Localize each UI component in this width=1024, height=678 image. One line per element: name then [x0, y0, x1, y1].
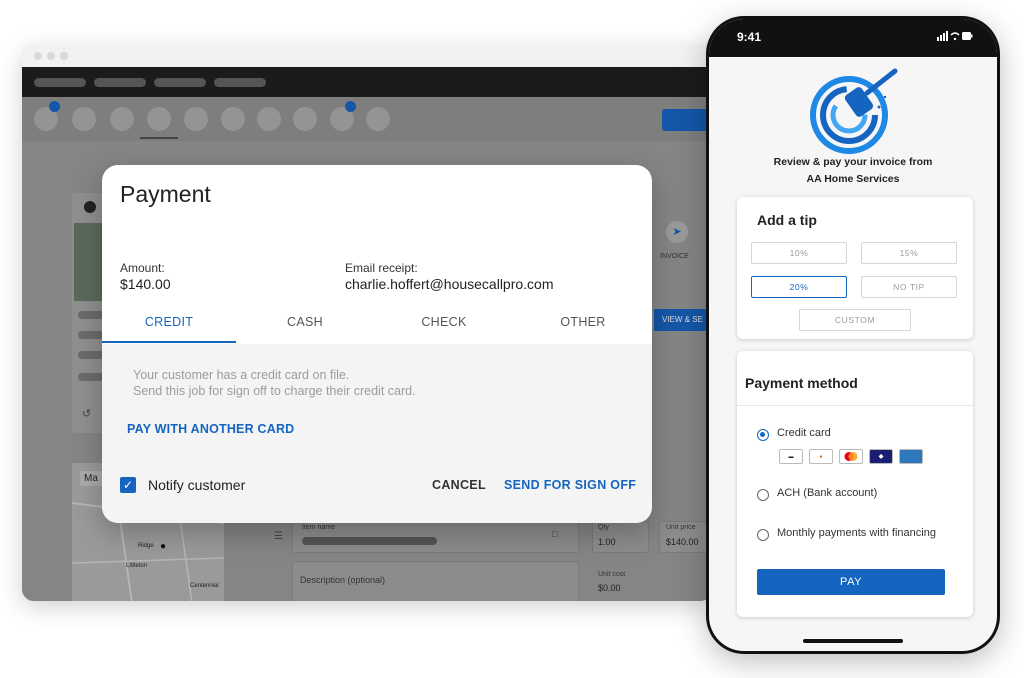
tip-15-button[interactable]: 15% [861, 242, 957, 264]
amount-value: $140.00 [120, 276, 171, 292]
window-titlebar [22, 45, 712, 67]
nav-item[interactable] [94, 78, 146, 87]
notification-dot [345, 101, 356, 112]
payment-type-tabs: CREDIT CASH CHECK OTHER [102, 308, 652, 344]
invoice-label: INVOICE [660, 253, 689, 260]
phone-screen: 9:41 Review & pay your invoice from AA H… [709, 19, 997, 651]
pay-with-another-card-button[interactable]: PAY WITH ANOTHER CARD [127, 422, 294, 436]
description-placeholder: Description (optional) [300, 575, 386, 585]
signal-wifi-battery-icon [937, 31, 973, 44]
phone-frame: 9:41 Review & pay your invoice from AA H… [706, 16, 1000, 654]
review-invoice-text: Review & pay your invoice from [773, 156, 933, 168]
avatar [84, 201, 96, 213]
discover-card-icon: ● [809, 449, 833, 464]
divider [737, 405, 973, 406]
placeholder-line [78, 373, 104, 381]
status-step-icon[interactable] [257, 107, 281, 131]
qty-value: 1.00 [598, 537, 616, 547]
notify-customer-label: Notify customer [148, 477, 246, 493]
email-receipt-value[interactable]: charlie.hoffert@housecallpro.com [345, 276, 554, 292]
item-name-value [302, 537, 437, 545]
amex-card-icon [899, 449, 923, 464]
toolbar-action-button[interactable] [662, 109, 712, 131]
active-tab-indicator [102, 341, 236, 343]
map-place-label: Ridge [138, 543, 154, 549]
window-maximize-dot[interactable] [60, 52, 68, 60]
unit-cost-label: Unit cost [598, 571, 626, 578]
pay-button[interactable]: PAY [757, 569, 945, 595]
custom-tip-button[interactable]: CUSTOM [799, 309, 911, 331]
status-step-icon[interactable] [293, 107, 317, 131]
unit-price-label: Unit price [666, 524, 696, 531]
sign-off-hint: Send this job for sign off to charge the… [133, 384, 416, 398]
home-indicator[interactable] [803, 639, 903, 643]
placeholder-line [78, 311, 104, 319]
phone-status-bar: 9:41 [709, 19, 997, 57]
status-toolbar [22, 97, 712, 141]
placeholder-line [78, 351, 104, 359]
window-minimize-dot[interactable] [47, 52, 55, 60]
map-place-label: Littleton [126, 563, 148, 569]
financing-label: Monthly payments with financing [777, 527, 936, 539]
map-type-button[interactable]: Ma [80, 471, 102, 486]
mastercard-icon [839, 449, 863, 464]
nav-item[interactable] [214, 78, 266, 87]
tip-card: Add a tip 10% 15% 20% NO TIP CUSTOM [737, 197, 973, 339]
financing-radio[interactable] [757, 529, 769, 541]
tab-check[interactable]: CHECK [377, 308, 511, 344]
amount-label: Amount: [120, 261, 165, 275]
cancel-button[interactable]: CANCEL [432, 478, 486, 492]
tip-10-button[interactable]: 10% [751, 242, 847, 264]
send-for-sign-off-button[interactable]: SEND FOR SIGN OFF [504, 478, 636, 492]
status-step-icon[interactable] [72, 107, 96, 131]
tab-other[interactable]: OTHER [516, 308, 650, 344]
payment-dialog: Payment Amount: $140.00 Email receipt: c… [102, 165, 652, 523]
tab-credit[interactable]: CREDIT [102, 308, 236, 344]
dialog-title: Payment [120, 181, 211, 207]
map-pin-icon[interactable]: ● [160, 541, 166, 552]
status-step-icon[interactable] [147, 107, 171, 131]
image-icon[interactable]: □ [552, 529, 557, 539]
credit-card-label: Credit card [777, 427, 831, 439]
notify-customer-checkbox[interactable]: ✓ [120, 477, 136, 493]
card-on-file-hint: Your customer has a credit card on file. [133, 368, 350, 382]
toolbar-active-indicator [140, 137, 178, 139]
company-name: AA Home Services [806, 173, 900, 185]
status-step-icon[interactable] [110, 107, 134, 131]
notification-dot [49, 101, 60, 112]
email-receipt-label: Email receipt: [345, 261, 418, 275]
status-step-icon[interactable] [366, 107, 390, 131]
send-invoice-icon[interactable]: ➤ [666, 221, 688, 243]
generic-card-icon: ▬ [779, 449, 803, 464]
unit-cost-value: $0.00 [598, 583, 621, 593]
drag-handle-icon[interactable]: ☰ [274, 531, 283, 542]
ach-label: ACH (Bank account) [777, 487, 878, 499]
window-close-dot[interactable] [34, 52, 42, 60]
top-nav-bar [22, 67, 712, 97]
status-step-icon[interactable] [184, 107, 208, 131]
placeholder-line [78, 331, 104, 339]
ach-radio[interactable] [757, 489, 769, 501]
qty-label: Qty [598, 524, 609, 531]
unit-price-value: $140.00 [666, 537, 699, 547]
tab-cash[interactable]: CASH [238, 308, 372, 344]
no-tip-button[interactable]: NO TIP [861, 276, 957, 298]
tip-title: Add a tip [757, 212, 817, 228]
company-logo [809, 67, 901, 157]
payment-method-title: Payment method [745, 375, 858, 391]
nav-item[interactable] [154, 78, 206, 87]
visa-card-icon: ◆ [869, 449, 893, 464]
credit-card-radio[interactable] [757, 429, 769, 441]
history-icon[interactable]: ↺ [82, 407, 91, 420]
status-time: 9:41 [737, 30, 762, 44]
item-name-label: Item name [302, 524, 336, 531]
credit-tab-panel: Your customer has a credit card on file.… [102, 344, 652, 523]
view-send-button[interactable]: VIEW & SE [654, 309, 712, 331]
tip-20-button[interactable]: 20% [751, 276, 847, 298]
map-place-label: Centennial [190, 583, 219, 589]
nav-item[interactable] [34, 78, 86, 87]
status-step-icon[interactable] [221, 107, 245, 131]
